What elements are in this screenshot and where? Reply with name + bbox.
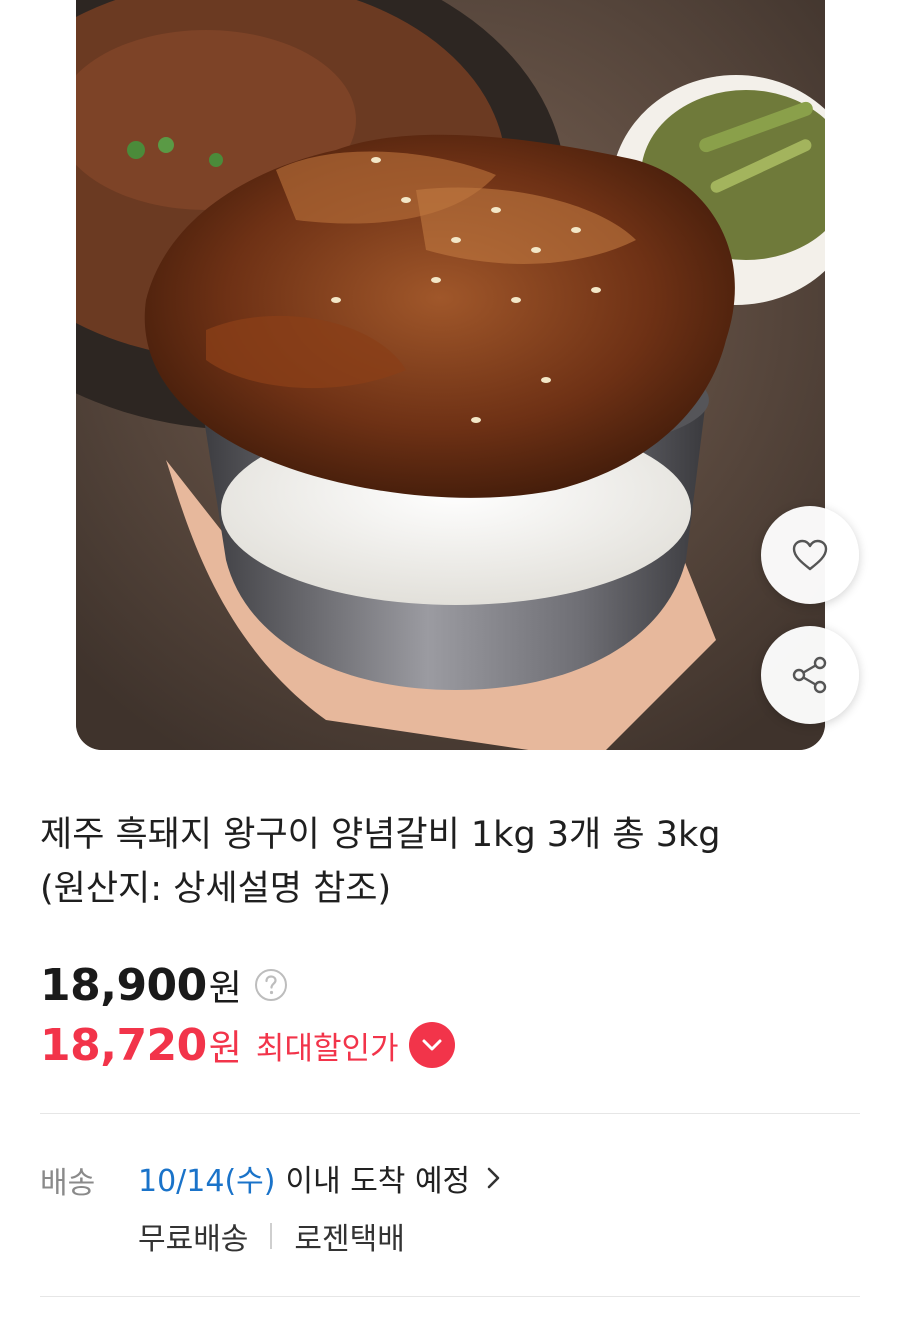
product-title-line2: (원산지: 상세설명 참조)	[40, 869, 392, 909]
delivery-fee: 무료배송	[138, 1222, 249, 1257]
share-button[interactable]	[761, 626, 859, 724]
product-title-line1: 제주 흑돼지 왕구이 양념갈비 1kg 3개 총 3kg	[40, 815, 721, 855]
chevron-down-icon	[422, 1039, 442, 1051]
divider	[40, 1296, 860, 1297]
share-icon	[792, 656, 827, 694]
product-image[interactable]	[76, 0, 825, 750]
sale-price: 18,720 원 최대할인가	[40, 1015, 455, 1075]
delivery-arrival-text: 이내 도착 예정	[285, 1164, 471, 1199]
separator	[270, 1223, 273, 1249]
delivery-carrier: 로젠택배	[294, 1222, 405, 1257]
delivery-date: 10/14(수)	[138, 1164, 276, 1199]
product-photo-illustration	[76, 0, 825, 750]
original-price-unit: 원	[208, 968, 242, 1009]
discount-expand-button[interactable]	[408, 1022, 455, 1068]
delivery-label: 배송	[40, 1166, 96, 1201]
question-icon[interactable]	[254, 968, 288, 1002]
original-price-amount: 18,900	[40, 959, 207, 1011]
product-title: 제주 흑돼지 왕구이 양념갈비 1kg 3개 총 3kg (원산지: 상세설명 …	[40, 808, 860, 916]
delivery-estimate-link[interactable]: 10/14(수) 이내 도착 예정	[138, 1154, 504, 1202]
sale-price-amount: 18,720	[40, 1019, 207, 1071]
sale-price-unit: 원	[208, 1028, 242, 1069]
delivery-info: 무료배송 로젠택배	[138, 1212, 405, 1260]
divider	[40, 1113, 860, 1114]
chevron-right-icon	[487, 1167, 500, 1189]
product-detail-page: 제주 흑돼지 왕구이 양념갈비 1kg 3개 총 3kg (원산지: 상세설명 …	[0, 0, 900, 1329]
like-button[interactable]	[761, 506, 859, 604]
heart-icon	[792, 539, 828, 571]
max-discount-label: 최대할인가	[255, 1030, 399, 1067]
original-price: 18,900 원	[40, 955, 288, 1015]
